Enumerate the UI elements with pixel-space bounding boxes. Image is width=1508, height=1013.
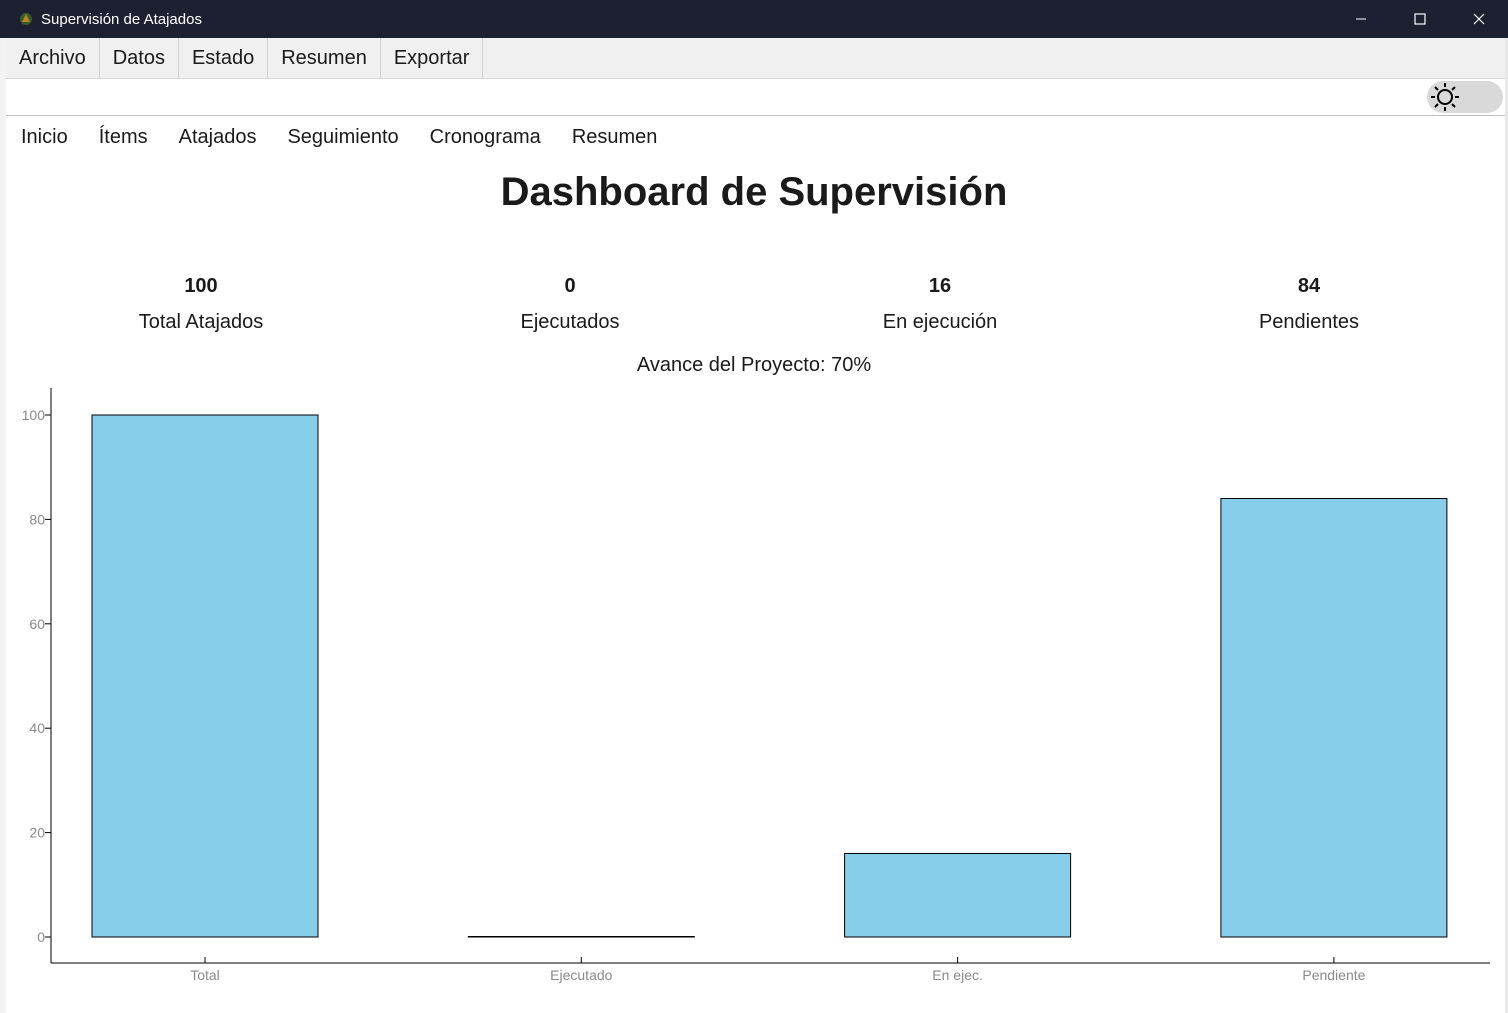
stat-total: 100 Total Atajados <box>51 272 351 336</box>
sun-icon <box>1431 83 1459 111</box>
stat-ejecutados: 0 Ejecutados <box>420 272 720 336</box>
y-tick-label: 80 <box>29 511 45 527</box>
app-icon <box>20 13 32 25</box>
bar-total <box>91 414 319 938</box>
y-tick-label: 0 <box>37 929 45 945</box>
tab-inicio[interactable]: Inicio <box>21 122 68 152</box>
menu-bar: Archivo Datos Estado Resumen Exportar <box>6 38 1505 79</box>
y-tick-label: 100 <box>22 407 46 423</box>
minimize-button[interactable] <box>1331 0 1390 38</box>
menu-archivo[interactable]: Archivo <box>6 38 100 78</box>
bar-en-ejec- <box>844 852 1072 938</box>
tab-atajados[interactable]: Atajados <box>179 122 257 152</box>
stat-total-label: Total Atajados <box>138 311 264 333</box>
minimize-icon <box>1355 18 1366 20</box>
maximize-icon <box>1413 13 1426 25</box>
x-tick-label: En ejec. <box>932 967 983 983</box>
stat-pendientes: 84 Pendientes <box>1159 272 1459 336</box>
tab-items[interactable]: Ítems <box>99 122 148 152</box>
project-progress-text: Avance del Proyecto: 70% <box>636 354 872 376</box>
title-bar: Supervisión de Atajados <box>0 0 1508 38</box>
x-tick-label: Pendiente <box>1302 967 1365 983</box>
y-tick-label: 20 <box>29 825 45 841</box>
x-tick-label: Total <box>190 967 220 983</box>
bar-chart: 0 20 40 60 80 100 Total Ejecutado En ejec. Pendie… <box>22 388 1490 983</box>
menu-estado[interactable]: Estado <box>179 38 269 78</box>
stat-en-ejecucion: 16 En ejecución <box>790 272 1090 336</box>
window-controls <box>1331 0 1508 38</box>
stat-ejecutados-value: 0 <box>564 275 576 297</box>
menu-datos[interactable]: Datos <box>100 38 179 78</box>
maximize-button[interactable] <box>1390 0 1449 38</box>
close-icon <box>1473 13 1484 25</box>
y-tick-label: 60 <box>29 616 45 632</box>
stat-en-ejecucion-label: En ejecución <box>882 311 998 333</box>
toolbar <box>6 79 1505 116</box>
bar-pendiente <box>1220 498 1448 938</box>
window-title: Supervisión de Atajados <box>41 10 202 28</box>
tab-resumen[interactable]: Resumen <box>572 122 658 152</box>
stat-total-value: 100 <box>184 275 218 297</box>
menu-resumen[interactable]: Resumen <box>268 38 381 78</box>
x-tick-label: Ejecutado <box>550 967 612 983</box>
theme-toggle[interactable] <box>1427 81 1503 113</box>
tab-seguimiento[interactable]: Seguimiento <box>287 122 398 152</box>
stat-pendientes-label: Pendientes <box>1258 311 1360 333</box>
tab-cronograma[interactable]: Cronograma <box>430 122 541 152</box>
close-button[interactable] <box>1449 0 1508 38</box>
menu-exportar[interactable]: Exportar <box>381 38 484 78</box>
stat-pendientes-value: 84 <box>1297 275 1321 297</box>
page-title: Dashboard de Supervisión <box>500 170 1008 214</box>
tab-bar: Inicio Ítems Atajados Seguimiento Cronog… <box>21 122 688 152</box>
stat-ejecutados-label: Ejecutados <box>520 311 620 333</box>
bar-ejecutado <box>467 936 695 938</box>
y-tick-label: 40 <box>29 720 45 736</box>
stat-en-ejecucion-value: 16 <box>928 275 952 297</box>
